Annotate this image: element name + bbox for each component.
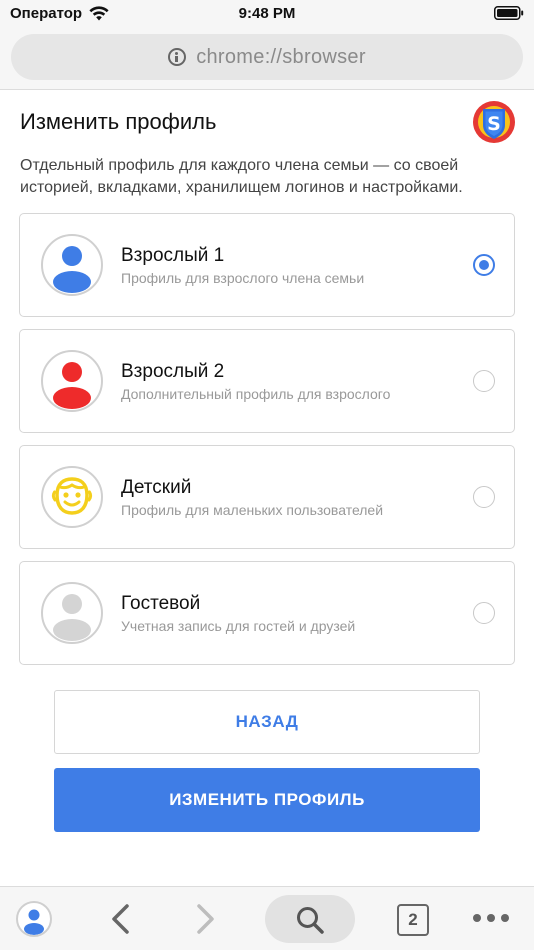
profile-card-adult-2[interactable]: Взрослый 2 Дополнительный профиль для вз… <box>19 329 515 433</box>
more-menu-icon[interactable] <box>472 913 510 923</box>
info-icon[interactable] <box>168 48 187 66</box>
url-field[interactable]: chrome://sbrowser <box>11 34 523 80</box>
profile-description: Дополнительный профиль для взрослого <box>121 386 391 402</box>
profile-radio[interactable] <box>473 486 495 508</box>
page-description: Отдельный профиль для каждого члена семь… <box>20 157 463 196</box>
back-button[interactable]: НАЗАД <box>54 690 480 754</box>
profile-radio[interactable] <box>473 602 495 624</box>
profile-name: Взрослый 1 <box>121 245 225 266</box>
child-face-icon <box>51 477 93 515</box>
profile-description: Учетная запись для гостей и друзей <box>121 618 356 634</box>
bottom-toolbar: 2 <box>0 886 534 950</box>
svg-text:S: S <box>487 113 501 135</box>
profile-name: Детский <box>121 477 192 498</box>
address-bar: chrome://sbrowser <box>0 26 534 90</box>
url-text: chrome://sbrowser <box>196 45 366 68</box>
profile-name: Гостевой <box>121 593 201 614</box>
profile-card-adult-1[interactable]: Взрослый 1 Профиль для взрослого члена с… <box>19 213 515 317</box>
tabs-button[interactable]: 2 <box>397 904 429 936</box>
browser-page: Оператор 9:48 PM chrome://sbrowser Измен… <box>0 0 534 950</box>
profile-radio[interactable] <box>473 254 495 276</box>
profile-description: Профиль для взрослого члена семьи <box>121 270 365 286</box>
clock: 9:48 PM <box>238 5 296 22</box>
person-icon <box>53 362 91 409</box>
search-button[interactable] <box>265 895 355 943</box>
forward-arrow-icon[interactable] <box>190 903 220 935</box>
battery-icon <box>494 6 524 20</box>
status-bar: Оператор 9:48 PM <box>0 0 534 26</box>
avatar <box>41 582 103 644</box>
profile-radio[interactable] <box>473 370 495 392</box>
person-icon <box>24 909 44 935</box>
person-icon <box>53 594 91 641</box>
profile-card-guest[interactable]: Гостевой Учетная запись для гостей и дру… <box>19 561 515 665</box>
profile-card-kids[interactable]: Детский Профиль для маленьких пользовате… <box>19 445 515 549</box>
profile-avatar-button[interactable] <box>16 901 52 937</box>
page-title: Изменить профиль <box>20 109 217 134</box>
avatar <box>41 466 103 528</box>
avatar <box>41 350 103 412</box>
search-icon <box>297 907 324 934</box>
profile-name: Взрослый 2 <box>121 361 225 382</box>
avatar <box>41 234 103 296</box>
change-profile-button[interactable]: ИЗМЕНИТЬ ПРОФИЛЬ <box>54 768 480 832</box>
sbrowser-logo: S <box>473 101 515 143</box>
back-arrow-icon[interactable] <box>106 903 136 935</box>
profile-description: Профиль для маленьких пользователей <box>121 502 384 518</box>
tab-count: 2 <box>408 910 418 929</box>
person-icon <box>53 246 91 293</box>
